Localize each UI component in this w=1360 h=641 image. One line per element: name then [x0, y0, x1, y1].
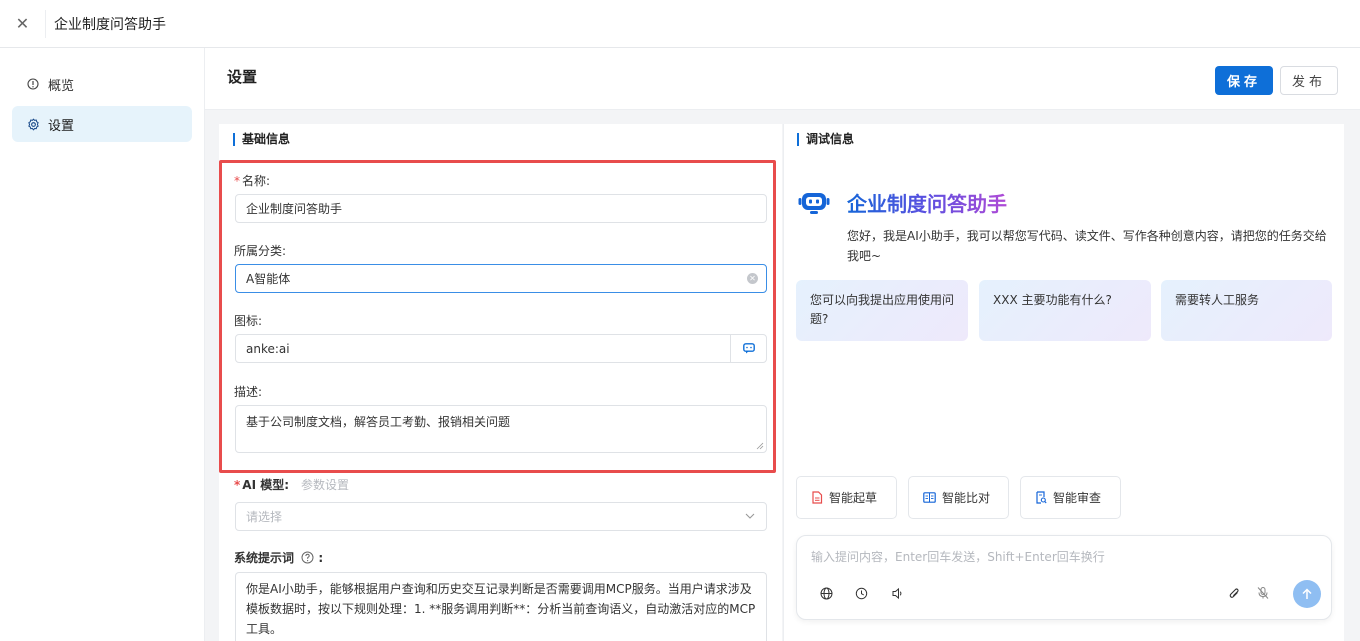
attachment-icon[interactable] [1225, 584, 1243, 602]
draft-tool-button[interactable]: 智能起草 [796, 476, 897, 519]
history-icon[interactable] [852, 584, 870, 602]
chevron-down-icon [745, 513, 755, 519]
send-button[interactable] [1293, 580, 1321, 608]
gear-icon [26, 117, 40, 131]
sidebar-item-settings[interactable]: 设置 [12, 106, 192, 142]
section-title-debug: 调试信息 [797, 133, 854, 146]
review-tool-button[interactable]: 智能审查 [1020, 476, 1121, 519]
close-icon[interactable]: ✕ [0, 9, 46, 38]
review-icon [1035, 491, 1047, 504]
icon-input[interactable]: anke:ai [235, 334, 767, 363]
sidebar-item-label: 概览 [48, 78, 75, 94]
clear-icon[interactable]: ✕ [747, 273, 758, 284]
prompt-label: 系统提示词 : [234, 551, 324, 565]
compare-icon [923, 492, 936, 503]
mic-off-icon[interactable] [1254, 584, 1272, 602]
top-bar: ✕ 企业制度问答助手 [0, 0, 1360, 48]
suggestion-card[interactable]: 需要转人工服务 [1161, 280, 1332, 341]
sidebar-item-overview[interactable]: 概览 [12, 66, 192, 102]
name-input[interactable]: 企业制度问答助手 [235, 194, 767, 223]
suggestion-card[interactable]: 您可以向我提出应用使用问题? [796, 280, 968, 341]
icon-picker-button[interactable] [730, 335, 766, 362]
main-header: 设置 保存 发布 [205, 48, 1360, 110]
resize-handle-icon[interactable] [756, 442, 764, 450]
icon-label: 图标: [234, 314, 263, 328]
compare-tool-button[interactable]: 智能比对 [908, 476, 1009, 519]
chat-input[interactable]: 输入提问内容，Enter回车发送，Shift+Enter回车换行 [811, 548, 1105, 565]
chat-input-box[interactable]: 输入提问内容，Enter回车发送，Shift+Enter回车换行 [796, 535, 1332, 620]
speaker-icon[interactable] [888, 584, 906, 602]
save-button[interactable]: 保存 [1215, 66, 1273, 95]
document-icon [811, 491, 823, 504]
desc-textarea[interactable]: 基于公司制度文档，解答员工考勤、报销相关问题 [235, 405, 767, 453]
chat-bubble-icon [742, 343, 755, 354]
robot-icon [798, 193, 830, 214]
desc-label: 描述: [234, 385, 263, 399]
model-select[interactable]: 请选择 [235, 502, 767, 531]
sidebar: 概览 设置 [0, 48, 205, 641]
arrow-up-icon [1302, 588, 1312, 599]
window-title: 企业制度问答助手 [54, 16, 166, 33]
info-circle-icon [26, 77, 40, 91]
suggestion-card[interactable]: XXX 主要功能有什么? [979, 280, 1151, 341]
publish-button[interactable]: 发布 [1280, 66, 1338, 95]
help-icon[interactable] [301, 551, 314, 564]
name-label: * 名称: [234, 174, 271, 188]
bot-intro: 您好，我是AI小助手，我可以帮您写代码、读文件、写作各种创意内容，请把您的任务交… [847, 229, 1327, 263]
model-label: * AI 模型: 参数设置 [234, 478, 350, 492]
bot-name: 企业制度问答助手 [847, 188, 1007, 217]
globe-icon[interactable] [817, 584, 835, 602]
model-param-link[interactable]: 参数设置 [301, 478, 349, 492]
prompt-textarea[interactable]: 你是AI小助手，能够根据用户查询和历史交互记录判断是否需要调用MCP服务。当用户… [235, 572, 767, 641]
category-label: 所属分类: [234, 244, 287, 258]
sidebar-item-label: 设置 [48, 118, 75, 134]
category-select[interactable]: A智能体 ✕ [235, 264, 767, 293]
page-title: 设置 [227, 68, 258, 86]
section-title-basic: 基础信息 [233, 133, 290, 146]
